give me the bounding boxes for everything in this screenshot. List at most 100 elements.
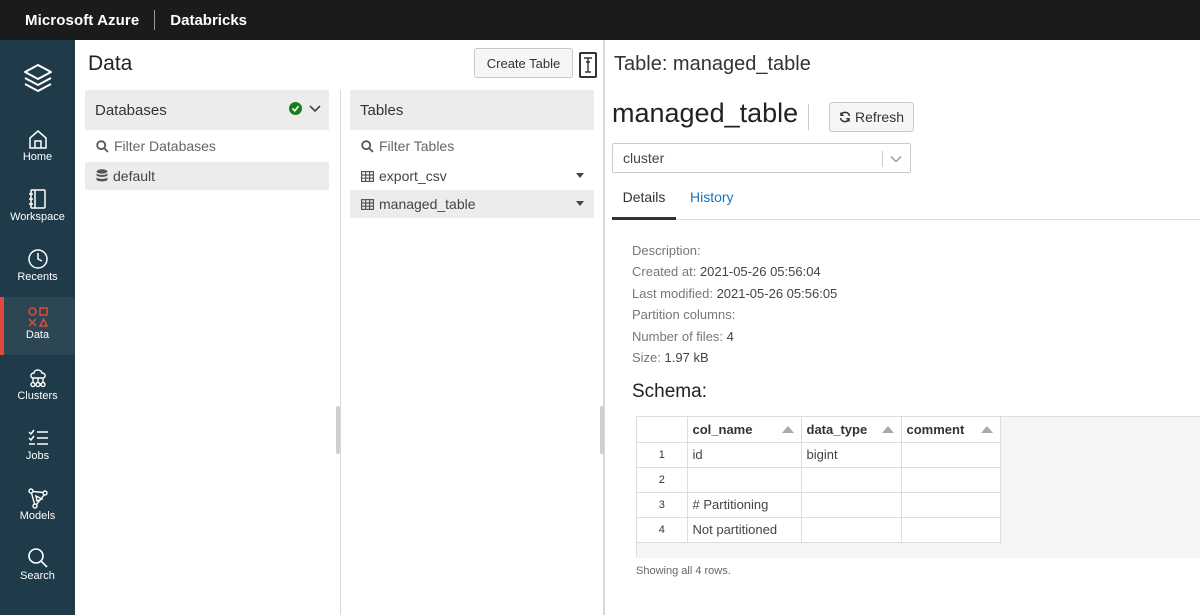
brand-label[interactable]: Microsoft Azure xyxy=(25,12,139,29)
nav-item-search[interactable]: Search xyxy=(0,543,75,601)
tab-details[interactable]: Details xyxy=(612,189,676,220)
clock-icon xyxy=(27,249,48,269)
databricks-logo-icon[interactable] xyxy=(22,62,54,96)
row-number: 3 xyxy=(637,492,688,518)
nav-label-recents: Recents xyxy=(17,271,58,283)
nav-item-workspace[interactable]: Workspace xyxy=(0,184,75,242)
nav-label-workspace: Workspace xyxy=(10,211,65,223)
row-number: 4 xyxy=(637,517,688,543)
filter-tables-input[interactable]: Filter Tables xyxy=(350,130,594,162)
databases-header: Databases xyxy=(85,90,329,130)
caret-down-icon[interactable] xyxy=(576,201,584,206)
table-header-title: Table: managed_table xyxy=(614,53,811,75)
table-row[interactable]: 4 Not partitioned xyxy=(637,517,1001,543)
pin-icon[interactable] xyxy=(579,52,597,78)
table-item-label: managed_table xyxy=(379,196,476,212)
modified-label: Last modified: xyxy=(632,285,713,301)
tab-history[interactable]: History xyxy=(690,189,734,220)
database-item[interactable]: default xyxy=(85,162,329,190)
table-row[interactable]: 1 id bigint xyxy=(637,442,1001,468)
select-divider xyxy=(882,151,883,167)
column-divider xyxy=(340,90,341,615)
chevron-down-icon[interactable] xyxy=(309,104,321,113)
chevron-down-icon[interactable] xyxy=(889,152,903,166)
workspace-icon xyxy=(28,189,46,209)
database-icon xyxy=(96,169,108,182)
schema-header-row: col_name data_type comment xyxy=(637,417,1001,443)
column-header[interactable]: data_type xyxy=(801,417,902,443)
table-row[interactable]: 2 xyxy=(637,467,1001,493)
cluster-select[interactable]: cluster xyxy=(612,143,911,173)
home-icon xyxy=(28,130,47,149)
cluster-select-value: cluster xyxy=(623,150,665,166)
database-item-label: default xyxy=(113,168,156,184)
column-header-label: comment xyxy=(906,421,965,437)
table-details: Description: Created at: 2021-05-26 05:5… xyxy=(632,240,837,368)
nav-item-data[interactable]: Data xyxy=(0,297,75,355)
schema-grid: col_name data_type comment 1 id bigint 2 xyxy=(636,416,1200,558)
cell-col-name[interactable]: Not partitioned xyxy=(687,517,802,543)
tables-header-label: Tables xyxy=(360,101,404,119)
cell-comment[interactable] xyxy=(901,517,1001,543)
table-icon xyxy=(361,198,374,210)
tab-bar: Details History xyxy=(612,180,1200,220)
modified-row: Last modified: 2021-05-26 05:56:05 xyxy=(632,283,837,304)
column-header[interactable]: col_name xyxy=(687,417,802,443)
nav-item-models[interactable]: Models xyxy=(0,483,75,541)
resize-handle[interactable] xyxy=(600,406,604,454)
description-label: Description: xyxy=(632,243,701,258)
resize-handle[interactable] xyxy=(336,406,340,454)
table-icon xyxy=(361,170,374,182)
column-header-label: data_type xyxy=(806,421,868,437)
sort-icon[interactable] xyxy=(980,426,993,433)
description-row: Description: xyxy=(632,240,837,261)
cell-data-type[interactable] xyxy=(801,492,902,518)
filter-databases-input[interactable]: Filter Databases xyxy=(85,130,329,162)
check-circle-icon xyxy=(289,102,302,115)
refresh-button[interactable]: Refresh xyxy=(829,102,914,132)
nav-label-data: Data xyxy=(25,329,50,341)
nav-label-clusters: Clusters xyxy=(17,390,58,402)
nav-item-home[interactable]: Home xyxy=(0,124,75,182)
create-table-button[interactable]: Create Table xyxy=(474,48,573,78)
tables-column: Tables Filter Tables export_csv managed_… xyxy=(350,90,594,218)
created-value: 2021-05-26 05:56:04 xyxy=(699,264,821,280)
refresh-label: Refresh xyxy=(854,109,905,125)
cell-col-name[interactable]: id xyxy=(687,442,802,468)
cell-data-type[interactable]: bigint xyxy=(801,442,902,468)
size-label: Size: xyxy=(632,350,661,366)
cell-col-name[interactable] xyxy=(687,467,802,493)
caret-down-icon[interactable] xyxy=(576,173,584,178)
cell-data-type[interactable] xyxy=(801,517,902,543)
nav-item-clusters[interactable]: Clusters xyxy=(0,363,75,421)
size-row: Size: 1.97 kB xyxy=(632,347,837,368)
cell-col-name[interactable]: # Partitioning xyxy=(687,492,802,518)
sort-icon[interactable] xyxy=(781,426,794,433)
created-label: Created at: xyxy=(632,264,697,280)
cell-comment[interactable] xyxy=(901,492,1001,518)
files-label: Number of files: xyxy=(632,328,724,344)
table-item[interactable]: managed_table xyxy=(350,190,594,218)
nav-label-models: Models xyxy=(19,510,56,522)
databases-column: Databases Filter Databases default xyxy=(85,90,329,190)
cell-data-type[interactable] xyxy=(801,467,902,493)
table-item[interactable]: export_csv xyxy=(350,162,594,190)
partition-label: Partition columns: xyxy=(632,307,736,323)
tables-header: Tables xyxy=(350,90,594,130)
filter-databases-placeholder: Filter Databases xyxy=(114,138,216,154)
sort-icon[interactable] xyxy=(881,426,894,433)
nav-item-jobs[interactable]: Jobs xyxy=(0,423,75,481)
cell-comment[interactable] xyxy=(901,467,1001,493)
files-value: 4 xyxy=(726,328,734,344)
row-number: 2 xyxy=(637,467,688,493)
brand-divider xyxy=(154,10,156,30)
cell-comment[interactable] xyxy=(901,442,1001,468)
column-header[interactable]: comment xyxy=(901,417,1001,443)
product-label[interactable]: Databricks xyxy=(170,12,247,29)
rows-summary: Showing all 4 rows. xyxy=(636,565,731,577)
table-row[interactable]: 3 # Partitioning xyxy=(637,492,1001,518)
nav-item-recents[interactable]: Recents xyxy=(0,244,75,302)
modified-value: 2021-05-26 05:56:05 xyxy=(716,285,838,301)
nav-label-search: Search xyxy=(20,570,55,582)
schema-heading: Schema: xyxy=(632,381,707,402)
